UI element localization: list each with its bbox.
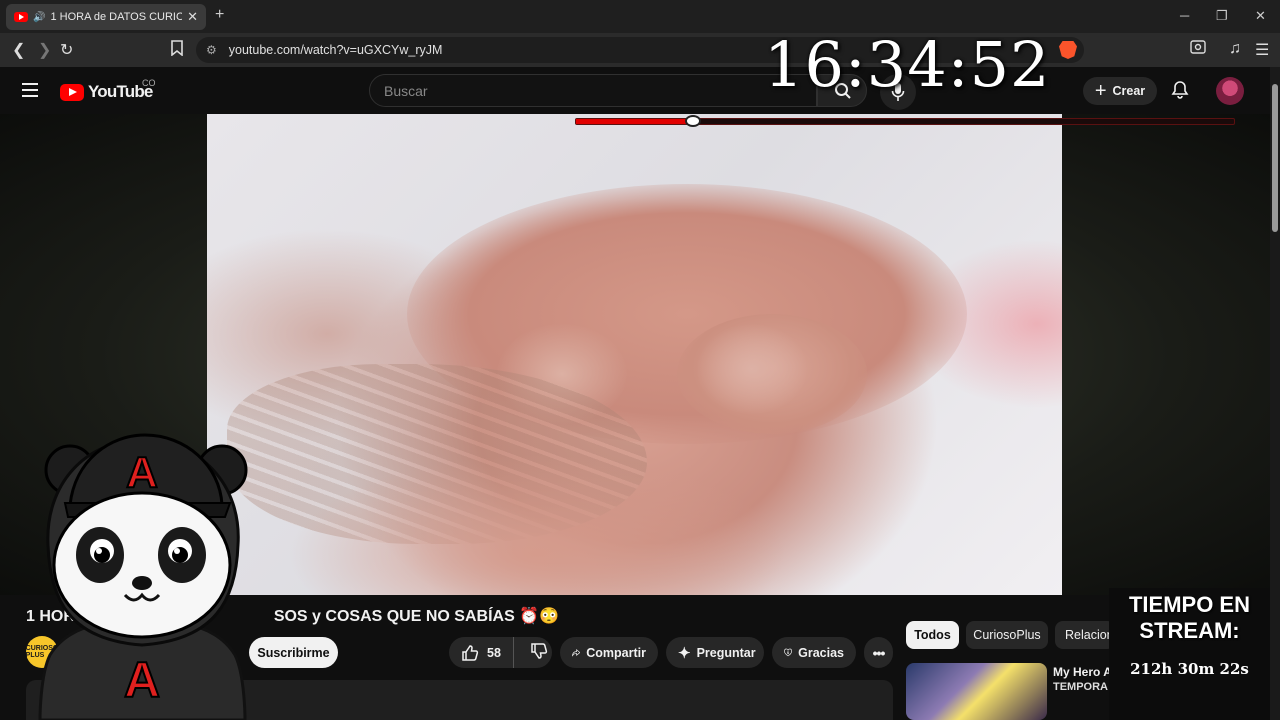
media-controls-icon[interactable]: ♫ (1229, 40, 1241, 58)
share-label: Compartir (586, 645, 646, 660)
youtube-play-icon (60, 83, 84, 101)
panda-mascot-overlay: A A (38, 433, 248, 720)
super-thanks-heart-icon: $ (784, 648, 793, 657)
recommended-video-subtitle: TEMPORA (1053, 681, 1108, 693)
youtube-favicon-icon (14, 12, 28, 22)
browser-toolbar: ❮ ❯ ↻ ⚙ youtube.com/watch?v=uGXCYw_ryJM … (0, 33, 1280, 67)
chip-curiosoplus[interactable]: CuriosoPlus (966, 621, 1048, 649)
thumbs-down-icon (531, 643, 548, 659)
ask-button[interactable]: ✦ Preguntar (666, 637, 764, 668)
sparkle-icon: ✦ (678, 644, 691, 662)
back-icon[interactable]: ❮ (12, 40, 25, 60)
plus-icon: + (1094, 80, 1107, 102)
minimize-icon[interactable]: ─ (1180, 8, 1189, 23)
thanks-label: Gracias (798, 645, 844, 660)
reload-icon[interactable]: ↻ (60, 40, 73, 60)
restore-icon[interactable]: ❐ (1216, 8, 1228, 24)
close-window-icon[interactable]: ✕ (1255, 8, 1266, 24)
guide-menu-icon[interactable] (22, 83, 38, 97)
dislike-button[interactable] (520, 642, 558, 663)
more-horizontal-icon: ••• (872, 644, 886, 661)
mascot-cap-letter: A (126, 448, 158, 497)
like-button[interactable]: 58 (449, 637, 514, 668)
browser-tab[interactable]: 🔊 1 HORA de DATOS CURIOSOS ✕ (6, 4, 206, 30)
progress-scrubber-panda-icon[interactable] (685, 115, 701, 127)
notifications-bell-icon[interactable] (1170, 80, 1190, 100)
more-actions-button[interactable]: ••• (864, 637, 893, 668)
create-button[interactable]: + Crear (1083, 77, 1157, 105)
thumbs-up-icon (462, 644, 479, 661)
stream-time-overlay: TIEMPO EN STREAM: 212h 30m 22s (1109, 588, 1270, 720)
country-code: CO (142, 78, 156, 88)
avatar[interactable] (1216, 77, 1244, 105)
video-title-end: SOS y COSAS QUE NO SABÍAS ⏰😳 (273, 608, 560, 625)
chip-all[interactable]: Todos (906, 621, 959, 649)
video-progress-fill (576, 119, 695, 124)
stream-clock-overlay: 16:34:52 (764, 28, 1051, 101)
page-scrollbar-thumb[interactable] (1272, 84, 1278, 232)
screenshot-icon[interactable] (1190, 40, 1206, 59)
create-label: Crear (1112, 84, 1146, 98)
mascot-nose (132, 576, 152, 590)
youtube-header: YouTube CO Buscar + Crear (0, 67, 1270, 114)
like-count: 58 (487, 645, 501, 660)
recommended-video-title[interactable]: My Hero A (1053, 665, 1113, 679)
share-button[interactable]: Compartir (560, 637, 658, 668)
forward-icon[interactable]: ❯ (38, 40, 51, 60)
video-progress-bar[interactable] (575, 118, 1235, 125)
close-tab-icon[interactable]: ✕ (187, 9, 198, 25)
like-dislike-group: 58 (449, 637, 552, 668)
share-icon (572, 648, 581, 656)
ask-label: Preguntar (696, 645, 756, 660)
stream-time-value: 212h 30m 22s (1130, 660, 1249, 678)
svg-text:$: $ (787, 651, 789, 655)
chip-related[interactable]: Relacion (1055, 621, 1115, 649)
video-frame[interactable] (207, 114, 1062, 595)
new-tab-icon[interactable]: + (215, 6, 224, 24)
fingernail-shape (697, 324, 807, 414)
browser-tab-bar: 🔊 1 HORA de DATOS CURIOSOS ✕ + ─ ❐ ✕ (0, 0, 1280, 33)
youtube-logo[interactable]: YouTube CO (60, 78, 156, 102)
stream-time-label: TIEMPO EN STREAM: (1128, 592, 1250, 643)
bookmark-icon[interactable] (170, 40, 184, 61)
recommended-video-thumbnail[interactable] (906, 663, 1047, 720)
mascot-hoodie-letter: A (124, 652, 160, 708)
tab-title: 1 HORA de DATOS CURIOSOS (50, 11, 183, 23)
url-text: youtube.com/watch?v=uGXCYw_ryJM (228, 43, 443, 57)
thanks-button[interactable]: $ Gracias (772, 637, 856, 668)
site-settings-icon[interactable]: ⚙ (206, 43, 217, 57)
search-input[interactable]: Buscar (369, 74, 817, 107)
speaker-icon[interactable]: 🔊 (33, 12, 45, 23)
menu-icon[interactable]: ☰ (1255, 40, 1269, 60)
subscribe-button[interactable]: Suscribirme (249, 637, 338, 668)
